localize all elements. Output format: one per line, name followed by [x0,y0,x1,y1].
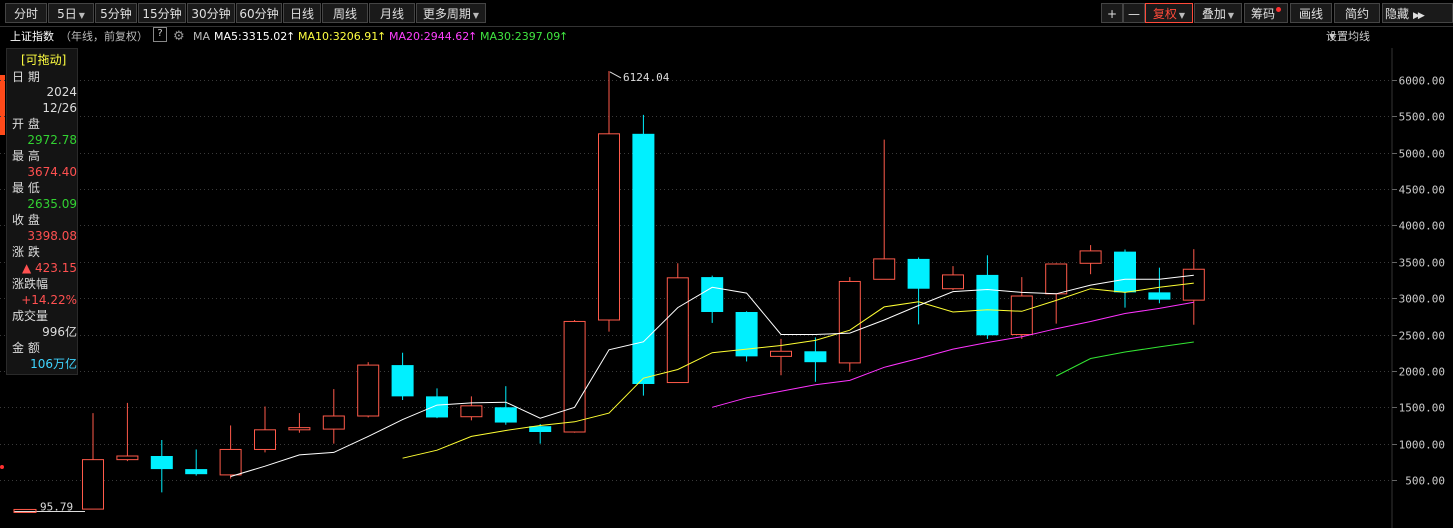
candle-body-up [357,364,380,417]
candle-body-up [288,427,311,431]
y-tick-label: 2000.00 [1399,366,1445,379]
candle-body-down [804,351,827,363]
candle-body-down [632,133,655,384]
candle-body-down [494,407,517,423]
candle-body-down [976,274,999,336]
open-value: 2972.78 [27,133,77,147]
candle-body-down [185,469,208,475]
ma10-line [402,282,1194,459]
data-panel[interactable]: [可拖动] 日 期 2024 12/26 开 盘 2972.78 最 高 367… [6,48,78,375]
candle-body-up [1182,268,1205,301]
volume-label: 成交量 [12,309,49,323]
y-tick-label: 1000.00 [1399,439,1445,452]
change-value: ▲ 423.15 [21,261,77,275]
change-label: 涨 跌 [12,245,40,259]
candle-body-up [460,405,483,418]
close-value: 3398.08 [27,229,77,243]
low-value: 2635.09 [27,197,77,211]
y-tick-label: 4000.00 [1399,220,1445,233]
max-pointer [609,71,622,79]
y-tick-label: 2500.00 [1399,330,1445,343]
year-value: 2024 [46,85,77,99]
volume-value: 996亿 [42,325,77,339]
panel-title[interactable]: [可拖动] [21,52,91,68]
y-tick-label: 6000.00 [1399,75,1445,88]
candle-body-down [907,258,930,289]
y-tick-label: 3000.00 [1399,293,1445,306]
candle-body-up [873,258,896,280]
candle-body-up [666,277,689,384]
y-tick-label: 1500.00 [1399,402,1445,415]
y-tick-label: 5500.00 [1399,111,1445,124]
edge-dot-icon [0,465,4,469]
ma30-line [1055,341,1194,377]
candle-body-down [1148,292,1171,300]
max-value-label: 6124.04 [623,71,670,84]
candle-body-down [391,365,414,397]
candle-body-up [598,133,620,321]
candle-body-up [116,455,139,461]
pct-label: 涨跌幅 [12,277,49,291]
candle-body-up [942,274,964,290]
close-label: 收 盘 [12,213,40,227]
high-label: 最 高 [12,149,40,163]
y-tick-label: 3500.00 [1399,257,1445,270]
low-label: 最 低 [12,181,40,195]
min-value-label: 95.79 [40,500,73,513]
y-tick-label: 500.00 [1405,475,1445,488]
candle-body-down [426,396,448,418]
candle-body-down [701,277,724,312]
date-label: 日 期 [12,70,40,84]
candle-body-up [254,429,276,450]
date-value: 12/26 [42,101,77,115]
open-label: 开 盘 [12,117,40,131]
candle-body-up [1045,263,1068,295]
amount-value: 106万亿 [30,357,77,371]
kline-chart[interactable]: 500.00 1000.00 1500.00 2000.00 2500.00 3000.0… [0,0,1453,528]
amount-label: 金 额 [12,341,40,355]
y-tick-label: 4500.00 [1399,184,1445,197]
candle-body-up [1079,250,1102,264]
candle-body-up [322,415,345,430]
candle-body-down [1114,251,1136,293]
candle-body-up [770,350,792,357]
candle-body-up [82,459,104,510]
y-tick-label: 5000.00 [1399,148,1445,161]
candle-body-up [219,448,242,476]
pct-value: +14.22% [21,293,77,307]
candle-body-up [1010,295,1033,336]
candle-body-up [838,280,861,364]
candle-body-up [563,320,586,433]
high-value: 3674.40 [27,165,77,179]
candle-body-down [150,456,173,470]
